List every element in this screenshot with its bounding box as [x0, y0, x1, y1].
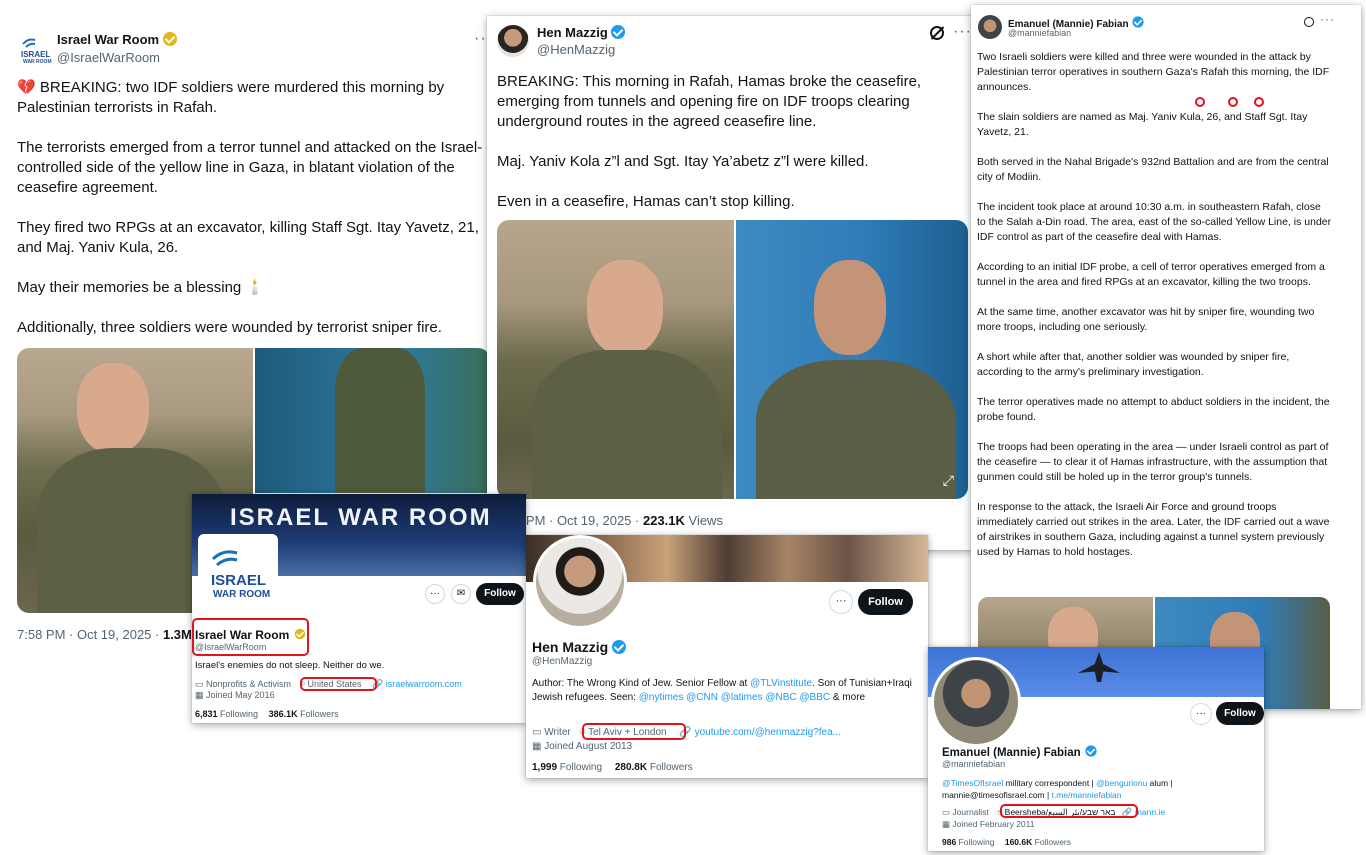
- profile-name: Hen Mazzig: [532, 639, 627, 655]
- tweet-paragraph: At the same time, another excavator was …: [977, 306, 1315, 333]
- verified-badge-icon: [162, 32, 177, 46]
- profile-stats[interactable]: 6,831 Following 386.1K Followers: [195, 709, 339, 719]
- briefcase-icon: ▭: [532, 727, 542, 738]
- tweet-paragraph: May their memories be a blessing 🕯️: [17, 279, 265, 296]
- svg-text:ISRAEL: ISRAEL: [21, 50, 50, 59]
- profile-bio: Israel's enemies do not sleep. Neither d…: [195, 660, 385, 671]
- author-handle[interactable]: @manniefabian: [1008, 28, 1071, 38]
- tweet-photo-left[interactable]: [497, 220, 734, 499]
- highlight-box: [300, 677, 377, 691]
- grok-icon[interactable]: [930, 26, 945, 40]
- tweet-paragraph: In response to the attack, the Israeli A…: [977, 501, 1330, 558]
- avatar[interactable]: [978, 15, 1002, 39]
- tweet-timestamp[interactable]: 8:00 PM · Oct 19, 2025 · 223.1K Views: [497, 513, 723, 528]
- tweet-paragraph: 💔 BREAKING: two IDF soldiers were murder…: [17, 79, 445, 116]
- verified-badge-icon: [1085, 745, 1097, 757]
- highlight-box: [582, 723, 686, 740]
- profile-joined: ▦ Joined August 2013: [532, 741, 633, 752]
- tweet-body: Two Israeli soldiers were killed and thr…: [977, 50, 1332, 560]
- more-icon[interactable]: ···: [1320, 12, 1335, 26]
- profile-website[interactable]: youtube.com/@henmazzig?fea...: [695, 727, 841, 738]
- profile-joined: ▦ Joined February 2011: [942, 819, 1035, 829]
- more-icon[interactable]: ···: [829, 590, 853, 614]
- verified-badge-icon: [612, 640, 627, 654]
- follow-button[interactable]: Follow: [1216, 702, 1264, 725]
- profile-bio: @TimesOfIsrael military correspondent | …: [942, 778, 1173, 800]
- highlight-circle: [1254, 97, 1264, 107]
- tweet-paragraph: The terror operatives made no attempt to…: [977, 396, 1330, 423]
- tweet-paragraph: The terrorists emerged from a terror tun…: [17, 139, 483, 196]
- highlight-circle: [1195, 97, 1205, 107]
- grok-icon[interactable]: [1304, 17, 1314, 27]
- tweet-paragraph: The troops had been operating in the are…: [977, 441, 1329, 483]
- author-name[interactable]: Israel War Room: [57, 32, 177, 47]
- tweet-paragraph: Two Israeli soldiers were killed and thr…: [977, 51, 1330, 93]
- mail-icon[interactable]: ✉: [451, 584, 471, 604]
- highlight-box: [1000, 804, 1138, 818]
- profile-avatar[interactable]: [533, 535, 627, 629]
- broken-heart-icon: 💔: [17, 79, 36, 96]
- follow-button[interactable]: Follow: [858, 589, 913, 615]
- tweet-paragraph: Additionally, three soldiers were wounde…: [17, 319, 442, 336]
- profile-handle: @HenMazzig: [532, 656, 593, 667]
- author-handle[interactable]: @HenMazzig: [537, 42, 615, 57]
- highlight-circle: [1228, 97, 1238, 107]
- profile-handle: @manniefabian: [942, 759, 1006, 769]
- more-icon[interactable]: ···: [425, 584, 445, 604]
- profile-joined: ▦ Joined May 2016: [195, 690, 275, 700]
- briefcase-icon: ▭: [942, 807, 951, 817]
- profile-website[interactable]: mann.ie: [1135, 807, 1165, 817]
- tweet-paragraph: According to an initial IDF probe, a cel…: [977, 261, 1325, 288]
- tweet-card-hen-mazzig: Hen Mazzig @HenMazzig ··· BREAKING: This…: [487, 16, 975, 550]
- verified-badge-icon: [611, 25, 626, 39]
- tweet-paragraph: Maj. Yaniv Kola z”l and Sgt. Itay Ya’abe…: [497, 153, 869, 170]
- tweet-card-emanuel-fabian: Emanuel (Mannie) Fabian @manniefabian ··…: [971, 5, 1361, 709]
- tweet-paragraph: Even in a ceasefire, Hamas can’t stop ki…: [497, 193, 795, 210]
- profile-avatar[interactable]: ISRAEL WAR ROOM: [198, 534, 278, 614]
- tweet-timestamp[interactable]: 7:58 PM · Oct 19, 2025 · 1.3M V: [17, 627, 204, 642]
- verified-badge-icon: [1132, 16, 1144, 28]
- svg-text:WAR ROOM: WAR ROOM: [213, 589, 270, 600]
- tweet-paragraph: Both served in the Nahal Brigade's 932nd…: [977, 156, 1329, 183]
- avatar[interactable]: [497, 25, 529, 57]
- tweet-paragraph: A short while after that, another soldie…: [977, 351, 1290, 378]
- author-handle[interactable]: @IsraelWarRoom: [57, 50, 160, 65]
- profile-website[interactable]: israelwarroom.com: [386, 679, 462, 689]
- israel-war-room-logo-icon: ISRAELWAR ROOM: [21, 38, 52, 65]
- more-icon[interactable]: ···: [1190, 703, 1212, 725]
- profile-stats[interactable]: 1,999 Following 280.8K Followers: [532, 762, 693, 773]
- tweet-photo-right[interactable]: ⤢: [736, 220, 968, 499]
- calendar-icon: ▦: [195, 690, 204, 700]
- avatar[interactable]: ISRAEL WAR ROOM: [18, 32, 52, 66]
- profile-name: Emanuel (Mannie) Fabian: [942, 744, 1098, 759]
- tweet-paragraph: The incident took place at around 10:30 …: [977, 201, 1332, 243]
- more-icon[interactable]: ···: [953, 23, 972, 41]
- expand-icon[interactable]: ⤢: [943, 472, 954, 489]
- profile-card-emanuel-fabian: ··· Follow Emanuel (Mannie) Fabian @mann…: [928, 647, 1264, 851]
- follow-button[interactable]: Follow: [476, 583, 524, 605]
- jet-icon: [1078, 652, 1120, 682]
- profile-card-israel-war-room: ISRAEL WAR ROOM ISRAEL WAR ROOM ··· ✉ Fol…: [192, 494, 526, 723]
- briefcase-icon: ▭: [195, 679, 204, 689]
- calendar-icon: ▦: [942, 819, 951, 829]
- profile-meta: ▭ Writer ⌾ Tel Aviv + London 🔗 youtube.c…: [532, 727, 841, 738]
- profile-bio: Author: The Wrong Kind of Jew. Senior Fe…: [532, 678, 912, 703]
- banner-title: ISRAEL WAR ROOM: [230, 504, 492, 531]
- svg-text:WAR ROOM: WAR ROOM: [23, 59, 52, 65]
- tweet-paragraph: They fired two RPGs at an excavator, kil…: [17, 219, 479, 256]
- highlight-box: [192, 618, 309, 656]
- tweet-photo-right[interactable]: [255, 348, 490, 493]
- tweet-paragraph: The slain soldiers are named as Maj. Yan…: [977, 111, 1308, 138]
- profile-avatar[interactable]: [931, 657, 1021, 747]
- profile-stats[interactable]: 986 Following 160.6K Followers: [942, 837, 1071, 847]
- candle-icon: 🕯️: [245, 279, 265, 296]
- tweet-paragraph: BREAKING: This morning in Rafah, Hamas b…: [497, 73, 922, 130]
- profile-card-hen-mazzig: ··· Follow Hen Mazzig @HenMazzig Author:…: [526, 535, 928, 778]
- israel-war-room-logo-icon: ISRAELWAR ROOM: [211, 550, 270, 600]
- calendar-icon: ▦: [532, 741, 542, 752]
- author-name[interactable]: Hen Mazzig: [537, 25, 626, 40]
- svg-text:ISRAEL: ISRAEL: [211, 572, 266, 589]
